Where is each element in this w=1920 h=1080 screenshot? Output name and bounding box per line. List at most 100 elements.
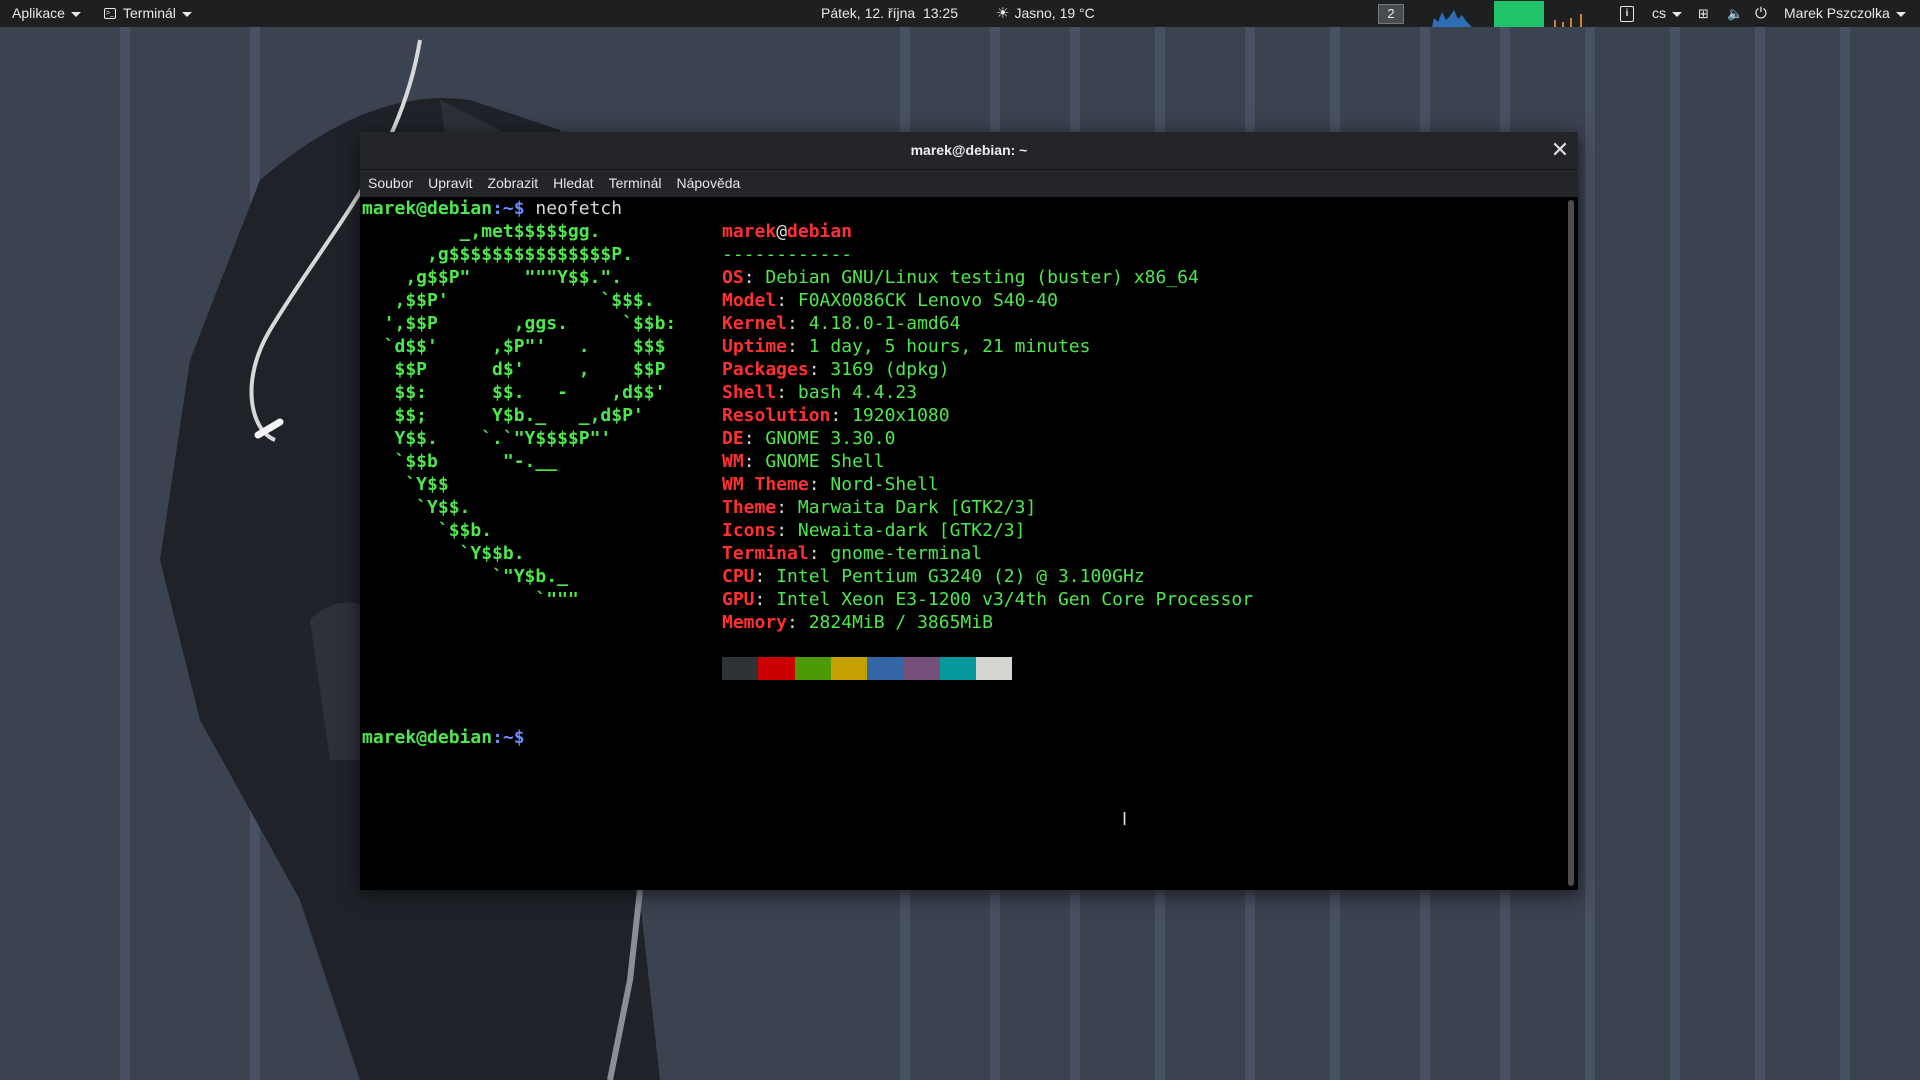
menu-edit[interactable]: Upravit xyxy=(421,170,479,197)
applications-menu-label: Aplikace xyxy=(12,5,65,21)
info-key: GPU xyxy=(722,589,755,610)
system-info-row: WM: GNOME Shell xyxy=(722,451,885,472)
ascii-logo-line: `$$b. xyxy=(362,520,493,541)
weather-label: Jasno, 19 °C xyxy=(1014,5,1095,21)
ascii-logo-line: `"Y$b._ xyxy=(362,566,568,587)
sun-icon: ☀ xyxy=(996,5,1010,22)
info-value: GNOME 3.30.0 xyxy=(765,428,896,449)
ascii-logo-line: ',$$P ,ggs. `$$b: xyxy=(362,313,677,334)
user-menu-button[interactable]: Marek Pszczolka xyxy=(1784,0,1906,27)
network-status-button[interactable]: ⊞ xyxy=(1698,0,1709,27)
palette-swatch xyxy=(939,657,976,680)
window-title: marek@debian: ~ xyxy=(910,142,1028,158)
top-panel: Aplikace >_ Terminál Pátek, 12. října 13:… xyxy=(0,0,1920,27)
ascii-logo-line: `Y$$ xyxy=(362,474,449,495)
ascii-logo-line: `""" xyxy=(362,589,579,610)
palette-swatch xyxy=(830,657,867,680)
keyboard-layout-button[interactable]: cs xyxy=(1652,0,1682,27)
info-key: Uptime xyxy=(722,336,788,357)
memory-graph xyxy=(1494,1,1544,27)
prompt-path: :~$ xyxy=(492,198,525,219)
info-value: Debian GNU/Linux testing (buster) x86_64 xyxy=(765,267,1199,288)
info-key: Shell xyxy=(722,382,777,403)
system-monitor-graphs[interactable] xyxy=(1414,0,1590,27)
ascii-logo-line: `$$b "-.__ xyxy=(362,451,558,472)
active-app-label: Terminál xyxy=(123,5,176,21)
chevron-down-icon xyxy=(1672,11,1682,17)
menu-file[interactable]: Soubor xyxy=(361,170,420,197)
info-key: DE xyxy=(722,428,744,449)
ascii-logo-line: `d$$' ,$P"' . $$$ xyxy=(362,336,666,357)
text-cursor-icon: I xyxy=(1122,809,1128,829)
palette-swatch xyxy=(903,657,940,680)
info-key: Resolution xyxy=(722,405,831,426)
ascii-logo-line: $$P d$' , $$P xyxy=(362,359,666,380)
info-value: 2824MiB / 3865MiB xyxy=(808,612,993,633)
system-info-row: CPU: Intel Pentium G3240 (2) @ 3.100GHz xyxy=(722,566,1145,587)
clock-datetime: Pátek, 12. října 13:25 xyxy=(821,5,958,21)
menu-help[interactable]: Nápověda xyxy=(669,170,747,197)
command-text: neofetch xyxy=(524,198,623,219)
window-titlebar[interactable]: marek@debian: ~ ✕ xyxy=(360,132,1578,170)
menu-view[interactable]: Zobrazit xyxy=(481,170,546,197)
power-button[interactable]: ⏻ xyxy=(1755,0,1767,27)
info-icon: i xyxy=(1620,6,1634,23)
info-key: Packages xyxy=(722,359,809,380)
info-key: Memory xyxy=(722,612,788,633)
info-key: CPU xyxy=(722,566,755,587)
menu-search[interactable]: Hledat xyxy=(546,170,600,197)
chevron-down-icon xyxy=(181,11,192,17)
ascii-logo-line: ,g$$P" """Y$$.". xyxy=(362,267,623,288)
menu-terminal[interactable]: Terminál xyxy=(602,170,669,197)
info-value: 1 day, 5 hours, 21 minutes xyxy=(808,336,1091,357)
info-key: OS xyxy=(722,267,744,288)
close-button[interactable]: ✕ xyxy=(1550,137,1570,162)
volume-icon: 🔈 xyxy=(1727,6,1744,21)
terminal-window[interactable]: marek@debian: ~ ✕ Soubor Upravit Zobrazit H… xyxy=(360,132,1578,890)
info-key: Theme xyxy=(722,497,777,518)
system-info-row: Packages: 3169 (dpkg) xyxy=(722,359,950,380)
ascii-logo-line: `Y$$b. xyxy=(362,543,525,564)
workspace-indicator[interactable]: 2 xyxy=(1378,0,1404,27)
system-info-row: WM Theme: Nord-Shell xyxy=(722,474,939,495)
prompt-user: marek xyxy=(362,198,417,219)
info-value: Nord-Shell xyxy=(830,474,939,495)
weather-button[interactable]: ☀ Jasno, 19 °C xyxy=(996,0,1095,27)
user-name: Marek Pszczolka xyxy=(1784,5,1890,21)
applications-menu-button[interactable]: Aplikace xyxy=(12,0,81,27)
info-value: gnome-terminal xyxy=(830,543,983,564)
system-info-row: Kernel: 4.18.0-1-amd64 xyxy=(722,313,961,334)
system-info-row: Shell: bash 4.4.23 xyxy=(722,382,918,403)
palette-swatch xyxy=(794,657,831,680)
info-key: Terminal xyxy=(722,543,809,564)
info-value: Marwaita Dark [GTK2/3] xyxy=(797,497,1037,518)
prompt-host: debian xyxy=(427,198,493,219)
system-info-row: Resolution: 1920x1080 xyxy=(722,405,950,426)
clock-button[interactable]: Pátek, 12. října 13:25 xyxy=(821,0,958,27)
prompt-line-current: marek@debian:~$ xyxy=(362,727,525,748)
info-value: Intel Pentium G3240 (2) @ 3.100GHz xyxy=(776,566,1145,587)
power-icon: ⏻ xyxy=(1755,5,1767,22)
ascii-logo-line: Y$$. `.`"Y$$$$P"' xyxy=(362,428,612,449)
info-value: Intel Xeon E3-1200 v3/4th Gen Core Proce… xyxy=(776,589,1254,610)
palette-swatch xyxy=(867,657,904,680)
terminal-scrollbar[interactable] xyxy=(1568,200,1574,886)
info-key: Model xyxy=(722,290,777,311)
info-value: F0AX0086CK Lenovo S40-40 xyxy=(797,290,1058,311)
close-icon: ✕ xyxy=(1550,137,1570,162)
ascii-logo-line: `Y$$. xyxy=(362,497,471,518)
active-app-menu-button[interactable]: >_ Terminál xyxy=(104,0,192,27)
info-indicator[interactable]: i xyxy=(1620,0,1634,27)
chevron-down-icon xyxy=(1895,11,1906,17)
system-info-row: Terminal: gnome-terminal xyxy=(722,543,983,564)
terminal-output[interactable]: marek@debian:~$ neofetch _,met$$$$$gg. ,… xyxy=(362,197,1562,890)
color-palette xyxy=(722,657,1012,680)
info-value: 4.18.0-1-amd64 xyxy=(808,313,961,334)
volume-button[interactable]: 🔈 xyxy=(1727,0,1743,27)
keyboard-layout-label: cs xyxy=(1652,5,1666,21)
info-separator: ------------ xyxy=(722,244,853,265)
workspace-number: 2 xyxy=(1378,4,1404,25)
ascii-logo-line: $$: $$. - ,d$$' xyxy=(362,382,666,403)
system-info-row: GPU: Intel Xeon E3-1200 v3/4th Gen Core … xyxy=(722,589,1254,610)
ascii-logo-line: ,g$$$$$$$$$$$$$$$P. xyxy=(362,244,633,265)
